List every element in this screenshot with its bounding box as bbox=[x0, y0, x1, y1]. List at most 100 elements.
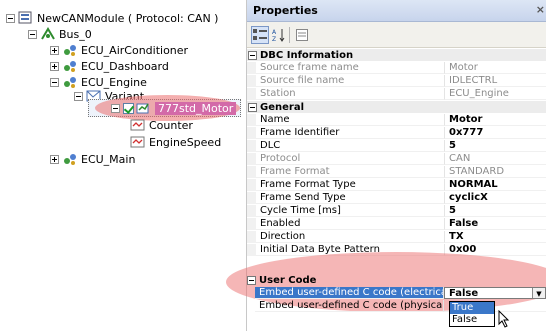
property-row[interactable]: Station ECU_Engine bbox=[247, 88, 546, 100]
property-value[interactable]: Motor bbox=[445, 114, 546, 126]
property-row[interactable]: Frame Send Type cyclicX bbox=[247, 192, 546, 204]
collapse-icon[interactable] bbox=[247, 275, 256, 285]
tree-label-frame: 777std_Motor bbox=[155, 101, 237, 115]
property-name: Source file name bbox=[256, 75, 445, 87]
tree-label-ecu: ECU_AirConditioner bbox=[81, 43, 189, 57]
tree-node-bus[interactable]: Bus_0 bbox=[28, 26, 92, 42]
dropdown-option[interactable]: False bbox=[450, 314, 494, 326]
collapse-icon[interactable] bbox=[248, 102, 257, 112]
tree-node-frame[interactable]: 777std_Motor bbox=[111, 100, 237, 116]
tree-node-signal[interactable]: Counter bbox=[130, 117, 193, 133]
category-label: DBC Information bbox=[260, 49, 354, 61]
close-icon[interactable]: × bbox=[536, 3, 545, 16]
property-value[interactable]: False bbox=[445, 218, 546, 230]
expand-icon[interactable] bbox=[50, 154, 59, 164]
category-dbc[interactable]: DBC Information bbox=[247, 49, 546, 61]
property-value: Motor bbox=[445, 62, 546, 74]
properties-title: Properties bbox=[253, 4, 318, 17]
property-row[interactable]: Cycle Time [ms] 5 bbox=[247, 205, 546, 217]
category-user-code[interactable]: User Code bbox=[246, 274, 546, 286]
property-row[interactable]: Name Motor bbox=[247, 114, 546, 126]
signal-icon bbox=[130, 135, 146, 149]
category-label: General bbox=[260, 101, 304, 113]
property-value[interactable]: 5 bbox=[445, 140, 546, 152]
property-row[interactable]: Enabled False bbox=[247, 218, 546, 230]
svg-text:A: A bbox=[272, 29, 277, 36]
property-value[interactable]: 0x777 bbox=[445, 127, 546, 139]
property-value: IDLECTRL bbox=[445, 75, 546, 87]
property-name: Direction bbox=[256, 231, 445, 243]
project-tree: NewCANModule ( Protocol: CAN ) Bus_0 ECU… bbox=[0, 0, 246, 331]
property-row[interactable]: Source frame name Motor bbox=[247, 62, 546, 74]
property-value[interactable]: NORMAL bbox=[445, 179, 546, 191]
ecu-icon bbox=[62, 75, 78, 89]
property-name: Protocol bbox=[256, 153, 445, 165]
property-name: Cycle Time [ms] bbox=[256, 205, 445, 217]
property-value: CAN bbox=[445, 153, 546, 165]
dropdown-list[interactable]: True False bbox=[449, 301, 495, 327]
tree-label-root: NewCANModule ( Protocol: CAN ) bbox=[37, 11, 219, 25]
property-value[interactable]: cyclicX bbox=[445, 192, 546, 204]
property-name: Enabled bbox=[256, 218, 445, 230]
alphabetical-view-button[interactable]: AZ bbox=[270, 26, 288, 44]
tree-label-ecu: ECU_Dashboard bbox=[81, 59, 169, 73]
expand-icon[interactable] bbox=[50, 45, 59, 55]
property-value: ECU_Engine bbox=[445, 88, 546, 100]
property-row[interactable]: Frame Format Type NORMAL bbox=[247, 179, 546, 191]
tree-node-ecu[interactable]: ECU_Dashboard bbox=[50, 58, 169, 74]
collapse-icon[interactable] bbox=[111, 103, 120, 113]
sort-az-icon: AZ bbox=[272, 29, 285, 42]
property-row[interactable]: Protocol CAN bbox=[247, 153, 546, 165]
ecu-icon bbox=[62, 43, 78, 57]
signal-icon bbox=[130, 118, 146, 132]
property-name: Embed user-defined C code (electrical) bbox=[255, 287, 444, 299]
mouse-cursor-icon bbox=[498, 310, 510, 328]
categorized-view-button[interactable] bbox=[251, 26, 269, 44]
property-name: Frame Format Type bbox=[256, 179, 445, 191]
dropdown-option[interactable]: True bbox=[450, 302, 494, 314]
tree-label-ecu: ECU_Engine bbox=[81, 75, 147, 89]
bus-icon bbox=[40, 27, 56, 41]
property-row-selected[interactable]: Embed user-defined C code (electrical) F… bbox=[246, 287, 546, 299]
property-name: Station bbox=[256, 88, 445, 100]
property-pages-button[interactable] bbox=[293, 26, 311, 44]
property-value[interactable]: 5 bbox=[445, 205, 546, 217]
collapse-icon[interactable] bbox=[6, 13, 15, 23]
categorized-icon bbox=[253, 29, 267, 40]
collapse-icon[interactable] bbox=[28, 29, 37, 39]
chevron-down-icon[interactable]: ▼ bbox=[532, 288, 545, 298]
property-pages-icon bbox=[296, 29, 308, 41]
expand-icon[interactable] bbox=[50, 61, 59, 71]
property-row[interactable]: Direction TX bbox=[247, 231, 546, 243]
property-name: Frame Send Type bbox=[256, 192, 445, 204]
property-row[interactable]: Frame Format STANDARD bbox=[247, 166, 546, 178]
property-row[interactable]: DLC 5 bbox=[247, 140, 546, 152]
property-row[interactable]: Frame Identifier 0x777 bbox=[247, 127, 546, 139]
properties-title-bar: Properties × bbox=[247, 0, 546, 22]
collapse-icon[interactable] bbox=[74, 91, 83, 101]
dropdown-current-value: False bbox=[449, 288, 479, 299]
property-name: Frame Identifier bbox=[256, 127, 445, 139]
collapse-icon[interactable] bbox=[50, 77, 59, 87]
property-value[interactable]: TX bbox=[445, 231, 546, 243]
tree-node-ecu[interactable]: ECU_Main bbox=[50, 151, 135, 167]
tree-node-root[interactable]: NewCANModule ( Protocol: CAN ) bbox=[6, 10, 218, 26]
property-value-dropdown[interactable]: False ▼ bbox=[444, 287, 546, 299]
property-name: Source frame name bbox=[256, 62, 445, 74]
category-label: User Code bbox=[259, 274, 317, 286]
ecu-icon bbox=[62, 152, 78, 166]
tree-label-signal: EngineSpeed bbox=[149, 135, 222, 149]
property-name: Embed user-defined C code (physical) bbox=[255, 300, 444, 312]
toolbar-separator bbox=[289, 27, 290, 43]
category-general[interactable]: General bbox=[247, 101, 546, 113]
tree-node-signal[interactable]: EngineSpeed bbox=[130, 134, 221, 150]
property-row[interactable]: Source file name IDLECTRL bbox=[247, 75, 546, 87]
property-name: Name bbox=[256, 114, 445, 126]
tree-label-bus: Bus_0 bbox=[59, 27, 92, 41]
ecu-icon bbox=[62, 59, 78, 73]
frame-checkbox[interactable] bbox=[123, 102, 134, 114]
tree-label-ecu: ECU_Main bbox=[81, 152, 136, 166]
collapse-icon[interactable] bbox=[248, 50, 257, 60]
property-value: STANDARD bbox=[445, 166, 546, 178]
tree-node-ecu[interactable]: ECU_AirConditioner bbox=[50, 42, 188, 58]
